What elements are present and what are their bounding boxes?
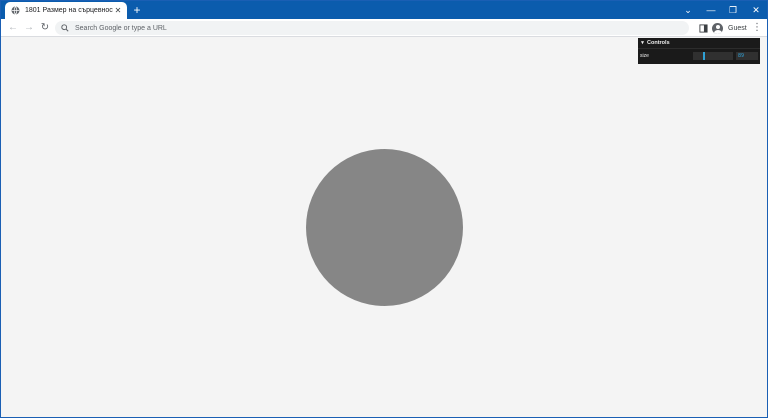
browser-window: 1801 Размер на сърцевност.html ✕ + ⌄ — ❐… [0, 0, 768, 418]
close-window-button[interactable]: ✕ [745, 1, 767, 19]
tab-search-chevron-icon[interactable]: ⌄ [677, 1, 699, 19]
slider-knob[interactable] [703, 52, 705, 60]
back-button[interactable]: ← [7, 22, 19, 34]
address-placeholder: Search Google or type a URL [75, 24, 167, 32]
menu-kebab-icon[interactable]: ⋮ [751, 22, 763, 34]
controls-title: Controls [647, 40, 670, 46]
profile-button[interactable]: Guest [712, 22, 747, 34]
globe-icon [11, 6, 20, 15]
minimize-button[interactable]: — [700, 1, 722, 19]
controls-header[interactable]: ▼ Controls [638, 38, 760, 49]
forward-button[interactable]: → [23, 22, 35, 34]
controls-panel: ▼ Controls size 89 [638, 38, 760, 64]
restore-button[interactable]: ❐ [722, 1, 744, 19]
avatar-icon [712, 22, 723, 34]
profile-label: Guest [728, 24, 747, 32]
address-bar[interactable]: Search Google or type a URL [55, 21, 689, 35]
reload-button[interactable]: ↻ [39, 22, 51, 34]
size-number-input[interactable]: 89 [736, 52, 758, 60]
title-bar: 1801 Размер на сърцевност.html ✕ + ⌄ — ❐… [1, 1, 767, 19]
gray-circle [306, 149, 463, 306]
tab-close-icon[interactable]: ✕ [113, 6, 123, 16]
search-icon [61, 24, 71, 32]
tab-title: 1801 Размер на сърцевност.html [25, 7, 113, 14]
collapse-triangle-icon: ▼ [641, 40, 645, 46]
new-tab-button[interactable]: + [131, 4, 143, 16]
control-label: size [640, 53, 649, 59]
page-viewport: ▼ Controls size 89 [1, 38, 767, 417]
active-tab[interactable]: 1801 Размер на сърцевност.html ✕ [5, 2, 127, 19]
control-row-size: size 89 [638, 49, 760, 63]
size-slider[interactable] [693, 52, 733, 60]
slider-fill [693, 52, 703, 60]
side-panel-icon[interactable] [697, 22, 709, 34]
browser-toolbar: ← → ↻ Search Google or type a URL Guest … [1, 19, 767, 37]
